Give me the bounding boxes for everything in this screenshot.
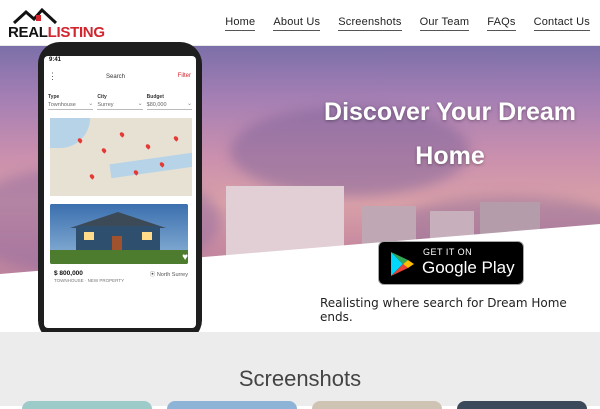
hero-tagline: Realisting where search for Dream Home e… xyxy=(320,296,567,324)
status-time: 9:41 xyxy=(49,57,62,63)
map-pin-icon[interactable] xyxy=(118,131,126,138)
logo-text: REALLISTING xyxy=(8,24,105,41)
heart-icon[interactable]: ♥ xyxy=(182,252,188,263)
filter-city-value: Surrey xyxy=(97,100,143,110)
hero-title: Discover Your Dream Home xyxy=(318,90,582,178)
google-play-icon xyxy=(391,252,414,276)
nav-about-us[interactable]: About Us xyxy=(273,16,321,31)
photo-window xyxy=(142,232,152,240)
nav-contact-us[interactable]: Contact Us xyxy=(533,16,590,31)
menu-dots-icon[interactable]: ⋮ xyxy=(48,71,57,82)
logo-text-listing: LISTING xyxy=(47,24,105,41)
site-header: REALLISTING Home About Us Screenshots Ou… xyxy=(0,0,600,46)
filter-type-label: Type xyxy=(48,94,60,100)
filter-type-value: Townhouse xyxy=(48,100,94,110)
listing-location-text: North Surrey xyxy=(156,272,188,278)
filter-budget-label: Budget xyxy=(146,94,164,100)
screenshot-thumbnail[interactable] xyxy=(167,401,297,409)
map-view[interactable] xyxy=(50,118,192,196)
badge-small-text: GET IT ON xyxy=(423,247,473,257)
map-pin-icon[interactable] xyxy=(76,137,84,144)
main-nav: Home About Us Screenshots Our Team FAQs … xyxy=(225,16,590,31)
map-pin-icon[interactable] xyxy=(144,143,152,150)
nav-home[interactable]: Home xyxy=(225,16,256,31)
badge-big-text: Google Play xyxy=(422,258,515,277)
map-pin-icon[interactable] xyxy=(172,135,180,142)
filter-city[interactable]: City Surrey xyxy=(97,94,143,112)
filter-city-label: City xyxy=(97,94,107,100)
photo-grass xyxy=(50,250,188,264)
filter-type[interactable]: Type Townhouse xyxy=(48,94,94,112)
screenshot-thumbnail[interactable] xyxy=(22,401,152,409)
logo-text-real: REAL xyxy=(8,24,48,41)
nav-our-team[interactable]: Our Team xyxy=(419,16,470,31)
listing-subtitle: TOWNHOUSE · NEW PROPERTY xyxy=(54,278,125,283)
app-title: Search xyxy=(106,74,126,80)
screenshot-thumbnail[interactable] xyxy=(457,401,587,409)
map-water xyxy=(109,151,192,179)
nav-screenshots[interactable]: Screenshots xyxy=(338,16,402,31)
photo-window xyxy=(84,232,94,240)
filter-budget[interactable]: Budget $80,000 xyxy=(146,94,192,112)
location-pin-icon: ⦿ xyxy=(149,272,156,278)
map-pin-icon[interactable] xyxy=(88,173,96,180)
hero-title-line2: Home xyxy=(415,142,485,170)
listing-location: ⦿ North Surrey xyxy=(150,270,188,278)
listing-photo[interactable] xyxy=(50,204,188,264)
phone-screen: 9:41 ⋮ Search Filter Type Townhouse City… xyxy=(44,56,196,328)
phone-mockup: 9:41 ⋮ Search Filter Type Townhouse City… xyxy=(38,42,202,342)
realisting-logo[interactable]: REALLISTING xyxy=(8,8,105,41)
nav-faqs[interactable]: FAQs xyxy=(487,16,516,31)
filter-budget-value: $80,000 xyxy=(146,100,192,110)
filter-row: Type Townhouse City Surrey Budget $80,00… xyxy=(48,94,192,112)
filter-link[interactable]: Filter xyxy=(178,73,191,79)
screenshots-heading: Screenshots xyxy=(238,366,362,391)
map-pin-icon[interactable] xyxy=(100,147,108,154)
screenshot-thumbnail[interactable] xyxy=(312,401,442,409)
screenshots-section: Screenshots xyxy=(0,332,600,409)
phone-status-bar: 9:41 xyxy=(44,56,196,66)
listing-price: $ 800,000 xyxy=(54,270,83,277)
house-roof-icon xyxy=(12,8,58,24)
hero-title-line1: Discover Your Dream xyxy=(324,98,576,126)
google-play-button[interactable]: GET IT ON Google Play xyxy=(378,241,524,285)
map-water xyxy=(50,118,90,148)
app-bar: ⋮ Search Filter xyxy=(44,68,196,86)
